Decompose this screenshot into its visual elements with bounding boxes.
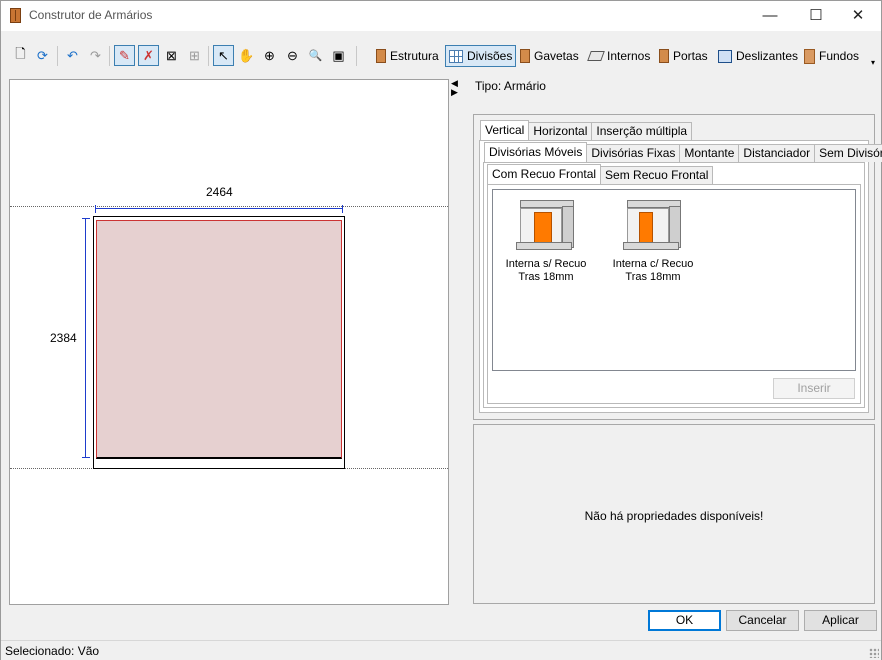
section-fundos-button[interactable]: Fundos [801, 45, 862, 67]
height-dimension-line [82, 218, 90, 458]
drawer-icon [520, 49, 530, 63]
item-label-line2: Tras 18mm [518, 271, 574, 283]
item-interna-com-recuo[interactable]: Interna c/ Recuo Tras 18mm [603, 198, 703, 284]
mirror-icon[interactable]: ⊠ [161, 45, 182, 66]
tab-sem-recuo-frontal[interactable]: Sem Recuo Frontal [600, 166, 714, 184]
orientation-tabs: Vertical Horizontal Inserção múltipla [480, 120, 693, 140]
item-interna-sem-recuo[interactable]: Interna s/ Recuo Tras 18mm [496, 198, 596, 284]
division-thumbnail-icon [516, 198, 576, 252]
division-items-list: Interna s/ Recuo Tras 18mm Interna c/ Re… [492, 189, 856, 371]
zoom-fit-icon[interactable]: 🔍 [305, 45, 326, 66]
section-label: Estrutura [390, 49, 439, 63]
section-internos-button[interactable]: Internos [586, 45, 653, 67]
title-bar: Construtor de Armários — ☐ ✕ [1, 1, 881, 31]
zoom-out-icon[interactable]: ⊖ [282, 45, 303, 66]
width-dimension-line [95, 205, 343, 213]
tab-insercao-multipla[interactable]: Inserção múltipla [591, 122, 693, 140]
insert-button[interactable]: Inserir [773, 378, 855, 399]
grid-layout-icon[interactable]: ⊞ [184, 45, 205, 66]
toolbar-separator [208, 46, 209, 66]
draw-edit-icon[interactable]: ✎ [114, 45, 135, 66]
tab-divisorias-moveis[interactable]: Divisórias Móveis [484, 142, 588, 162]
recess-tabs: Com Recuo Frontal Sem Recuo Frontal [487, 164, 714, 184]
grid-icon [449, 49, 463, 63]
frame-icon[interactable]: ▣ [328, 45, 349, 66]
tab-divisorias-fixas[interactable]: Divisórias Fixas [586, 144, 681, 162]
tab-montante[interactable]: Montante [679, 144, 740, 162]
cabinet-outline[interactable] [93, 216, 345, 469]
width-dimension-label: 2464 [206, 185, 233, 199]
minimize-button[interactable]: — [747, 1, 793, 31]
redo-icon[interactable]: ↷ [85, 45, 106, 66]
section-label: Portas [673, 49, 708, 63]
undo-icon[interactable]: ↶ [62, 45, 83, 66]
zoom-in-icon[interactable]: ⊕ [259, 45, 280, 66]
draw-cross-icon[interactable]: ✗ [138, 45, 159, 66]
tab-com-recuo-frontal[interactable]: Com Recuo Frontal [487, 164, 602, 184]
apply-button[interactable]: Aplicar [804, 610, 877, 631]
window-title: Construtor de Armários [29, 8, 153, 22]
section-portas-button[interactable]: Portas [656, 45, 711, 67]
properties-panel: Não há propriedades disponíveis! [473, 424, 875, 604]
guide-line-top [10, 206, 448, 207]
back-panel-icon [804, 48, 815, 64]
sliding-door-icon [718, 49, 732, 63]
item-label-line2: Tras 18mm [625, 271, 681, 283]
refresh-icon[interactable]: ⟳ [32, 45, 53, 66]
section-deslizantes-button[interactable]: Deslizantes [715, 45, 801, 67]
type-label: Tipo: Armário [475, 79, 546, 93]
selection-status: Selecionado: Vão [5, 644, 100, 658]
toolbar-overflow-button[interactable]: ▾ [871, 58, 875, 67]
section-label: Gavetas [534, 49, 579, 63]
cancel-button[interactable]: Cancelar [726, 610, 799, 631]
section-gavetas-button[interactable]: Gavetas [517, 45, 582, 67]
expand-arrow-icon[interactable]: ▶ [451, 88, 461, 97]
division-type-tabs: Divisórias Móveis Divisórias Fixas Monta… [484, 142, 882, 162]
item-label-line1: Interna s/ Recuo [505, 258, 587, 270]
pan-hand-icon[interactable]: ✋ [236, 45, 257, 66]
section-label: Divisões [467, 49, 513, 63]
drawing-canvas[interactable]: 2464 2384 [9, 79, 449, 605]
door-icon [659, 49, 669, 63]
panel-splitter[interactable]: ◀ ▶ [451, 79, 461, 97]
pointer-icon[interactable]: ↖ [213, 45, 234, 66]
toolbar-separator [57, 46, 58, 66]
section-estrutura-button[interactable]: Estrutura [373, 45, 442, 67]
height-dimension-label: 2384 [50, 331, 77, 345]
wood-panel-icon [376, 49, 386, 63]
tab-distanciador[interactable]: Distanciador [738, 144, 816, 162]
item-label-line1: Interna c/ Recuo [612, 258, 694, 270]
app-icon [10, 8, 21, 23]
shelf-icon [587, 51, 605, 61]
toolbar-separator [356, 46, 357, 66]
new-icon[interactable]: 🗋 [10, 45, 31, 66]
cabinet-builder-window: Construtor de Armários — ☐ ✕ 🗋 ⟳ ↶ ↷ ✎ ✗… [0, 0, 882, 660]
resize-grip-icon[interactable] [869, 648, 879, 658]
toolbar: 🗋 ⟳ ↶ ↷ ✎ ✗ ⊠ ⊞ ↖ ✋ ⊕ ⊖ 🔍 ▣ Estrutura Di… [1, 39, 881, 73]
status-bar: Selecionado: Vão [1, 640, 881, 660]
tab-vertical[interactable]: Vertical [480, 120, 530, 140]
no-properties-message: Não há propriedades disponíveis! [584, 509, 764, 523]
cabinet-void-selected[interactable] [96, 220, 342, 459]
section-label: Deslizantes [736, 49, 799, 63]
tab-horizontal[interactable]: Horizontal [528, 122, 593, 140]
division-thumbnail-icon [623, 198, 683, 252]
tab-sem-divisoria[interactable]: Sem Divisória [814, 144, 882, 162]
section-label: Internos [607, 49, 651, 63]
close-button[interactable]: ✕ [835, 1, 881, 31]
maximize-button[interactable]: ☐ [793, 1, 839, 31]
section-label: Fundos [819, 49, 860, 63]
ok-button[interactable]: OK [648, 610, 721, 631]
toolbar-separator [109, 46, 110, 66]
section-divisoes-button[interactable]: Divisões [445, 45, 517, 67]
